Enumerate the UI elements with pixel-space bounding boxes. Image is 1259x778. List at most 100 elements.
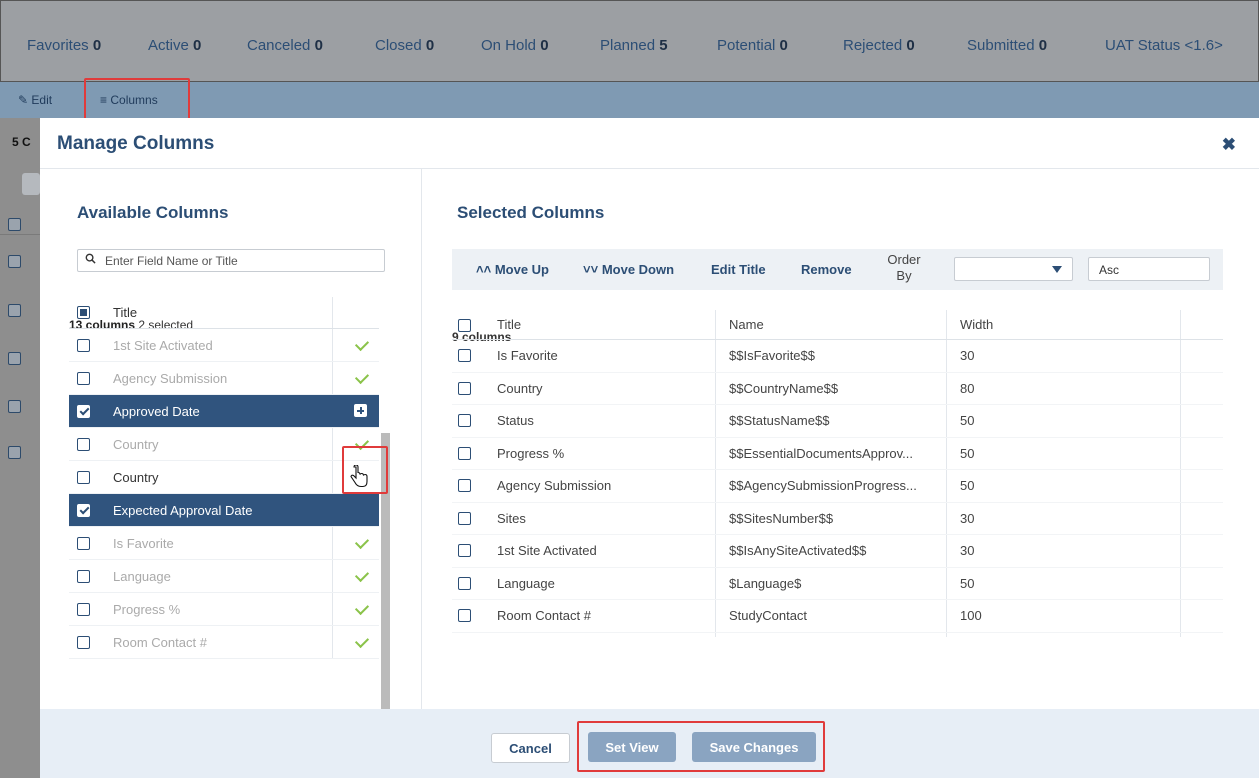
row-width: 50 (960, 478, 975, 494)
item-label: Country (113, 436, 159, 452)
item-label: Room Contact # (113, 634, 207, 650)
list-item[interactable]: Agency Submission (69, 362, 379, 395)
item-checkbox[interactable] (77, 404, 90, 418)
table-row[interactable]: Agency Submission $$AgencySubmissionProg… (452, 470, 1223, 503)
grid-divider (0, 234, 40, 235)
list-item[interactable]: Approved Date (69, 395, 379, 428)
item-checkbox[interactable] (77, 536, 90, 550)
row-checkbox[interactable] (458, 414, 471, 427)
row-checkbox[interactable] (458, 511, 471, 525)
row-title: 1st Site Activated (497, 543, 597, 559)
table-row[interactable]: Status $$StatusName$$ 50 (452, 405, 1223, 438)
move-up-button[interactable]: ˄˄ Move Up (476, 262, 549, 277)
select-all-checkbox[interactable] (458, 319, 471, 332)
table-row[interactable]: Room Contact # StudyContact 100 (452, 600, 1223, 633)
item-checkbox[interactable] (77, 437, 90, 451)
item-checkbox[interactable] (77, 569, 90, 583)
table-row[interactable]: Sites $$SitesNumber$$ 30 (452, 503, 1223, 535)
item-checkbox[interactable] (77, 602, 90, 616)
row-checkbox[interactable] (458, 576, 471, 590)
item-label: Approved Date (113, 403, 200, 419)
tab-uat-status[interactable]: UAT Status <1.6> (1105, 37, 1223, 54)
table-header: Title Name Width (452, 310, 1223, 340)
row-name: $$IsFavorite$$ (729, 348, 815, 364)
header-title: Title (113, 305, 138, 320)
list-item[interactable]: Country (69, 428, 379, 461)
list-item[interactable]: Language (69, 560, 379, 593)
check-icon (354, 369, 370, 385)
tab-on-hold[interactable]: On Hold 0 (481, 37, 549, 54)
column-divider (332, 461, 333, 493)
table-row[interactable]: Progress % $$EssentialDocumentsApprov...… (452, 438, 1223, 470)
row-width: 30 (960, 543, 975, 559)
list-item[interactable]: Country (69, 461, 379, 494)
grid-checkbox (8, 352, 21, 365)
order-by-label: Order By (887, 252, 921, 283)
row-checkbox[interactable] (458, 349, 471, 362)
item-checkbox[interactable] (77, 635, 90, 649)
row-name: $$IsAnySiteActivated$$ (729, 543, 867, 559)
item-label: Progress % (113, 601, 181, 617)
row-checkbox[interactable] (458, 609, 471, 622)
tab-submitted[interactable]: Submitted 0 (967, 37, 1047, 54)
row-checkbox[interactable] (458, 544, 471, 557)
list-item[interactable]: Is Favorite (69, 527, 379, 560)
add-column-icon[interactable] (354, 404, 367, 417)
list-item[interactable]: Progress % (69, 593, 379, 626)
sort-direction-field[interactable]: Asc (1088, 257, 1210, 281)
table-row[interactable]: Is Favorite $$IsFavorite$$ 30 (452, 340, 1223, 373)
tab-potential[interactable]: Potential 0 (717, 37, 788, 54)
row-title: Status (497, 413, 534, 429)
selected-columns-toolbar: ˄˄ Move Up ˅˅ Move Down Edit Title Remov… (452, 249, 1223, 290)
item-checkbox[interactable] (77, 371, 90, 385)
item-checkbox[interactable] (77, 470, 90, 484)
row-checkbox[interactable] (458, 446, 471, 460)
tab-active[interactable]: Active 0 (148, 37, 201, 54)
header-width: Width (960, 317, 994, 332)
item-label: Country (113, 469, 159, 485)
item-label: Is Favorite (113, 535, 174, 551)
row-title: Sites (497, 510, 526, 526)
search-input[interactable] (105, 252, 375, 269)
row-checkbox[interactable] (458, 479, 471, 492)
tab-favorites[interactable]: Favorites 0 (27, 37, 101, 54)
grid-checkbox (8, 446, 21, 459)
row-width: 30 (960, 510, 975, 526)
column-divider (332, 560, 333, 592)
item-label: 1st Site Activated (113, 337, 213, 353)
check-icon (354, 336, 370, 352)
tab-canceled[interactable]: Canceled 0 (247, 37, 323, 54)
grid-menu-button (22, 173, 40, 195)
list-item[interactable]: Room Contact # (69, 626, 379, 659)
row-name: $$AgencySubmissionProgress... (729, 478, 917, 494)
tab-rejected[interactable]: Rejected 0 (843, 37, 915, 54)
tab-closed[interactable]: Closed 0 (375, 37, 434, 54)
grid-checkbox (8, 218, 21, 231)
item-checkbox[interactable] (77, 503, 90, 517)
row-checkbox[interactable] (458, 381, 471, 395)
move-down-button[interactable]: ˅˅ Move Down (583, 262, 674, 277)
edit-title-button[interactable]: Edit Title (711, 262, 766, 277)
list-item[interactable]: 1st Site Activated (69, 329, 379, 362)
hand-cursor-icon (350, 465, 368, 488)
pencil-icon: ✎ (18, 93, 29, 107)
remove-button[interactable]: Remove (801, 262, 852, 277)
table-row[interactable]: Country $$CountryName$$ 80 (452, 373, 1223, 405)
tab-planned[interactable]: Planned 5 (600, 37, 668, 54)
list-item[interactable]: Expected Approval Date (69, 494, 379, 527)
check-icon (354, 567, 370, 583)
check-icon (354, 633, 370, 649)
table-row[interactable]: Language $Language$ 50 (452, 568, 1223, 600)
order-by-select[interactable] (954, 257, 1073, 281)
table-row[interactable]: 1st Site Activated $$IsAnySiteActivated$… (452, 535, 1223, 568)
row-name: $$StatusName$$ (729, 413, 830, 429)
item-checkbox[interactable] (77, 338, 90, 352)
row-width: 50 (960, 575, 975, 591)
row-name: $$EssentialDocumentsApprov... (729, 445, 914, 461)
header-title: Title (497, 317, 522, 332)
cancel-button[interactable]: Cancel (491, 733, 570, 763)
edit-button[interactable]: ✎ Edit (18, 93, 52, 107)
select-all-checkbox[interactable] (77, 306, 90, 319)
close-icon[interactable]: ✖ (1222, 135, 1236, 155)
column-divider (332, 626, 333, 658)
